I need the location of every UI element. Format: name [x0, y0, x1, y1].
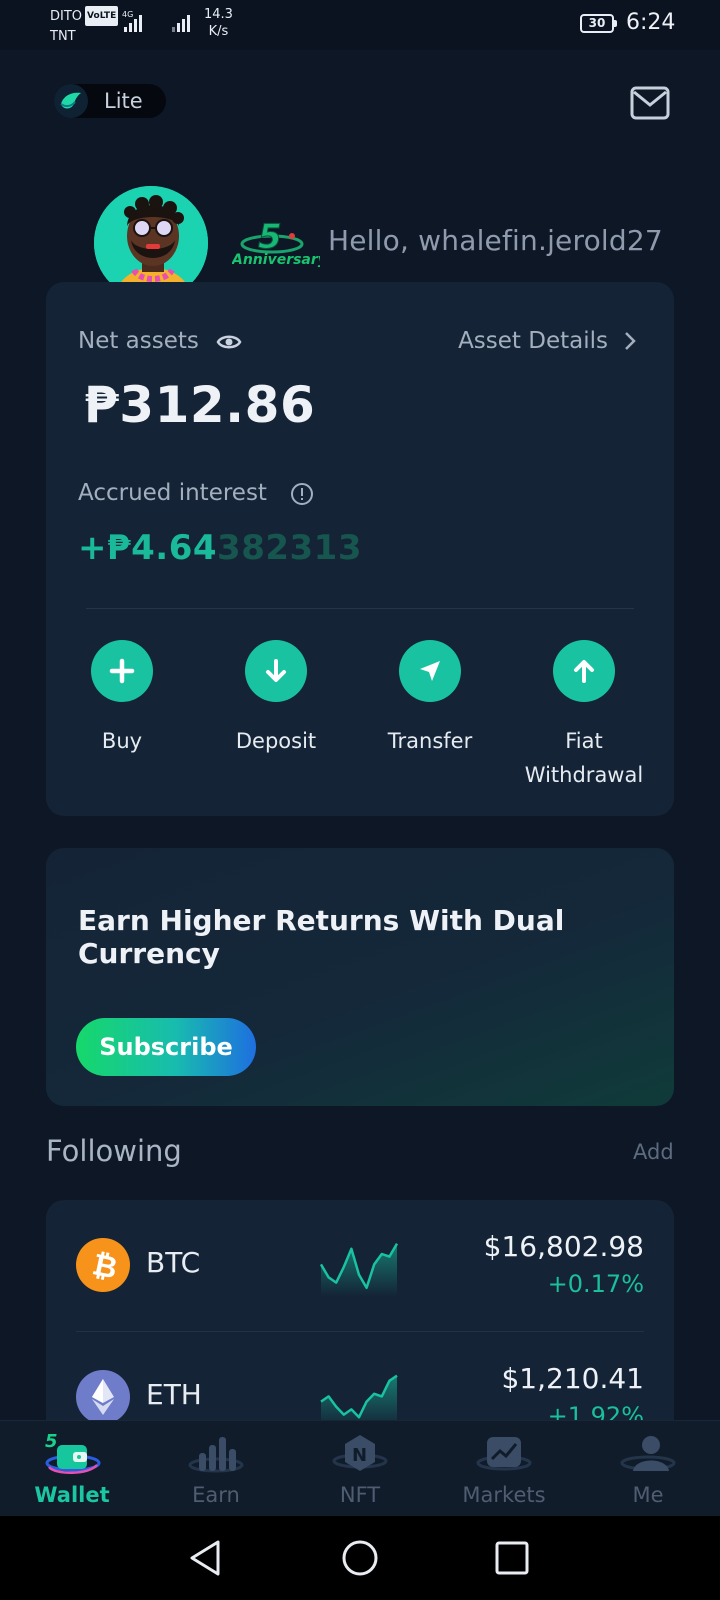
tab-label: Earn — [192, 1483, 240, 1507]
signal-icon: 4G — [122, 10, 142, 32]
volte-badge: VoLTE — [85, 6, 119, 26]
accrued-main-digits: +₱4.64 — [78, 528, 218, 568]
sparkline-btc — [319, 1242, 399, 1296]
nft-icon: N — [331, 1431, 389, 1479]
network-type: 4G — [122, 10, 134, 19]
promo-title: Earn Higher Returns With Dual Currency — [78, 904, 565, 970]
net-assets-value: ₱312.86 — [84, 376, 316, 434]
fiat-withdrawal-label: Fiat Withdrawal — [524, 729, 644, 787]
tab-label: Wallet — [34, 1483, 110, 1507]
carrier-2: TNT — [50, 29, 76, 44]
svg-text:5: 5 — [45, 1431, 58, 1452]
coin-price: $1,210.41 — [501, 1362, 644, 1395]
arrow-up-icon — [553, 640, 615, 702]
watchlist-row-eth[interactable]: ETH $1,210.41 +1.92% — [46, 1332, 674, 1430]
bar-chart-icon — [187, 1431, 245, 1479]
badge-text: Anniversary — [232, 252, 320, 268]
buy-label: Buy — [101, 729, 143, 753]
tab-wallet[interactable]: 5 Wallet — [0, 1421, 144, 1517]
profile-icon — [619, 1431, 677, 1479]
svg-text:₿: ₿ — [89, 1248, 118, 1282]
tab-label: NFT — [339, 1483, 381, 1507]
quick-actions: Buy Deposit Transfer Fiat Withdrawal — [46, 640, 674, 800]
coin-symbol: ETH — [146, 1378, 202, 1411]
lite-mode-toggle[interactable]: Lite — [54, 84, 166, 118]
ethereum-icon — [76, 1370, 130, 1424]
network-speed: 14.3 K/s — [204, 6, 233, 40]
add-following-button[interactable]: Add — [633, 1140, 674, 1164]
clock: 6:24 — [626, 10, 676, 35]
asset-details-label: Asset Details — [458, 328, 608, 354]
deposit-button[interactable]: Deposit — [198, 640, 354, 758]
asset-details-link[interactable]: Asset Details — [458, 328, 636, 354]
anniversary-badge-icon: 5 Anniversary — [231, 214, 328, 270]
badge-number: 5 — [258, 217, 282, 257]
tab-label: Markets — [462, 1483, 546, 1507]
eye-icon[interactable] — [216, 332, 242, 352]
following-heading: Following — [46, 1134, 182, 1168]
tab-label: Me — [632, 1483, 664, 1507]
sparkline-area — [321, 1243, 397, 1296]
system-nav-bar — [0, 1516, 720, 1600]
greeting-text: Hello, whalefin.jerold27 — [328, 224, 663, 257]
svg-text:N: N — [352, 1445, 367, 1466]
transfer-button[interactable]: Transfer — [352, 640, 508, 758]
buy-button[interactable]: Buy — [44, 640, 200, 758]
promo-banner[interactable]: Earn Higher Returns With Dual Currency S… — [46, 848, 674, 1106]
coin-price: $16,802.98 — [483, 1230, 644, 1263]
plus-icon — [91, 640, 153, 702]
send-icon — [399, 640, 461, 702]
watchlist-card: ₿ BTC $16,802.98 +0.17% ETH $1,210.41 +1… — [46, 1200, 674, 1430]
bitcoin-icon: ₿ — [76, 1238, 130, 1292]
chevron-right-icon — [625, 332, 636, 350]
speed-value: 14.3 — [204, 7, 233, 22]
battery-icon: 30 — [580, 14, 617, 33]
accrued-interest-value: +₱4.64382313 — [78, 528, 362, 568]
watchlist-row-btc[interactable]: ₿ BTC $16,802.98 +0.17% — [46, 1200, 674, 1332]
divider — [86, 608, 634, 609]
bottom-tab-bar: 5 Wallet Earn N NFT Markets Me — [0, 1420, 720, 1516]
wallet-icon: 5 — [43, 1431, 101, 1479]
lite-mode-label: Lite — [104, 89, 143, 113]
accrued-interest-label: Accrued interest — [78, 480, 267, 506]
arrow-down-icon — [245, 640, 307, 702]
trend-chart-icon — [475, 1431, 533, 1479]
transfer-label: Transfer — [387, 729, 473, 753]
speed-unit: K/s — [208, 24, 229, 39]
info-icon[interactable] — [290, 482, 314, 506]
subscribe-button[interactable]: Subscribe — [76, 1018, 256, 1076]
signal-icon-2 — [172, 12, 190, 32]
asset-card: Net assets Asset Details ₱312.86 Accrued… — [46, 282, 674, 816]
app-logo-icon — [54, 84, 88, 118]
status-bar: DITO VoLTE TNT 4G 14.3 K/s 30 6:24 — [0, 0, 720, 50]
accrued-fade-digits: 382313 — [217, 528, 362, 568]
tab-me[interactable]: Me — [576, 1421, 720, 1517]
coin-change: +0.17% — [547, 1270, 644, 1298]
home-icon[interactable] — [338, 1536, 382, 1580]
app-screen: DITOVoLTE TNT 4G 14.3 K/s 30 6:24 Lite — [0, 0, 720, 1600]
net-assets-label: Net assets — [78, 328, 199, 354]
carrier-1: DITO — [50, 9, 83, 24]
tab-nft[interactable]: N NFT — [288, 1421, 432, 1517]
coin-symbol: BTC — [146, 1246, 201, 1279]
mail-icon[interactable] — [630, 86, 670, 120]
carrier-info: DITO VoLTE TNT — [50, 6, 119, 47]
tab-markets[interactable]: Markets — [432, 1421, 576, 1517]
tab-earn[interactable]: Earn — [144, 1421, 288, 1517]
fiat-withdrawal-button[interactable]: Fiat Withdrawal — [506, 640, 662, 792]
deposit-label: Deposit — [235, 729, 317, 753]
recents-icon[interactable] — [490, 1536, 534, 1580]
back-icon[interactable] — [184, 1536, 228, 1580]
